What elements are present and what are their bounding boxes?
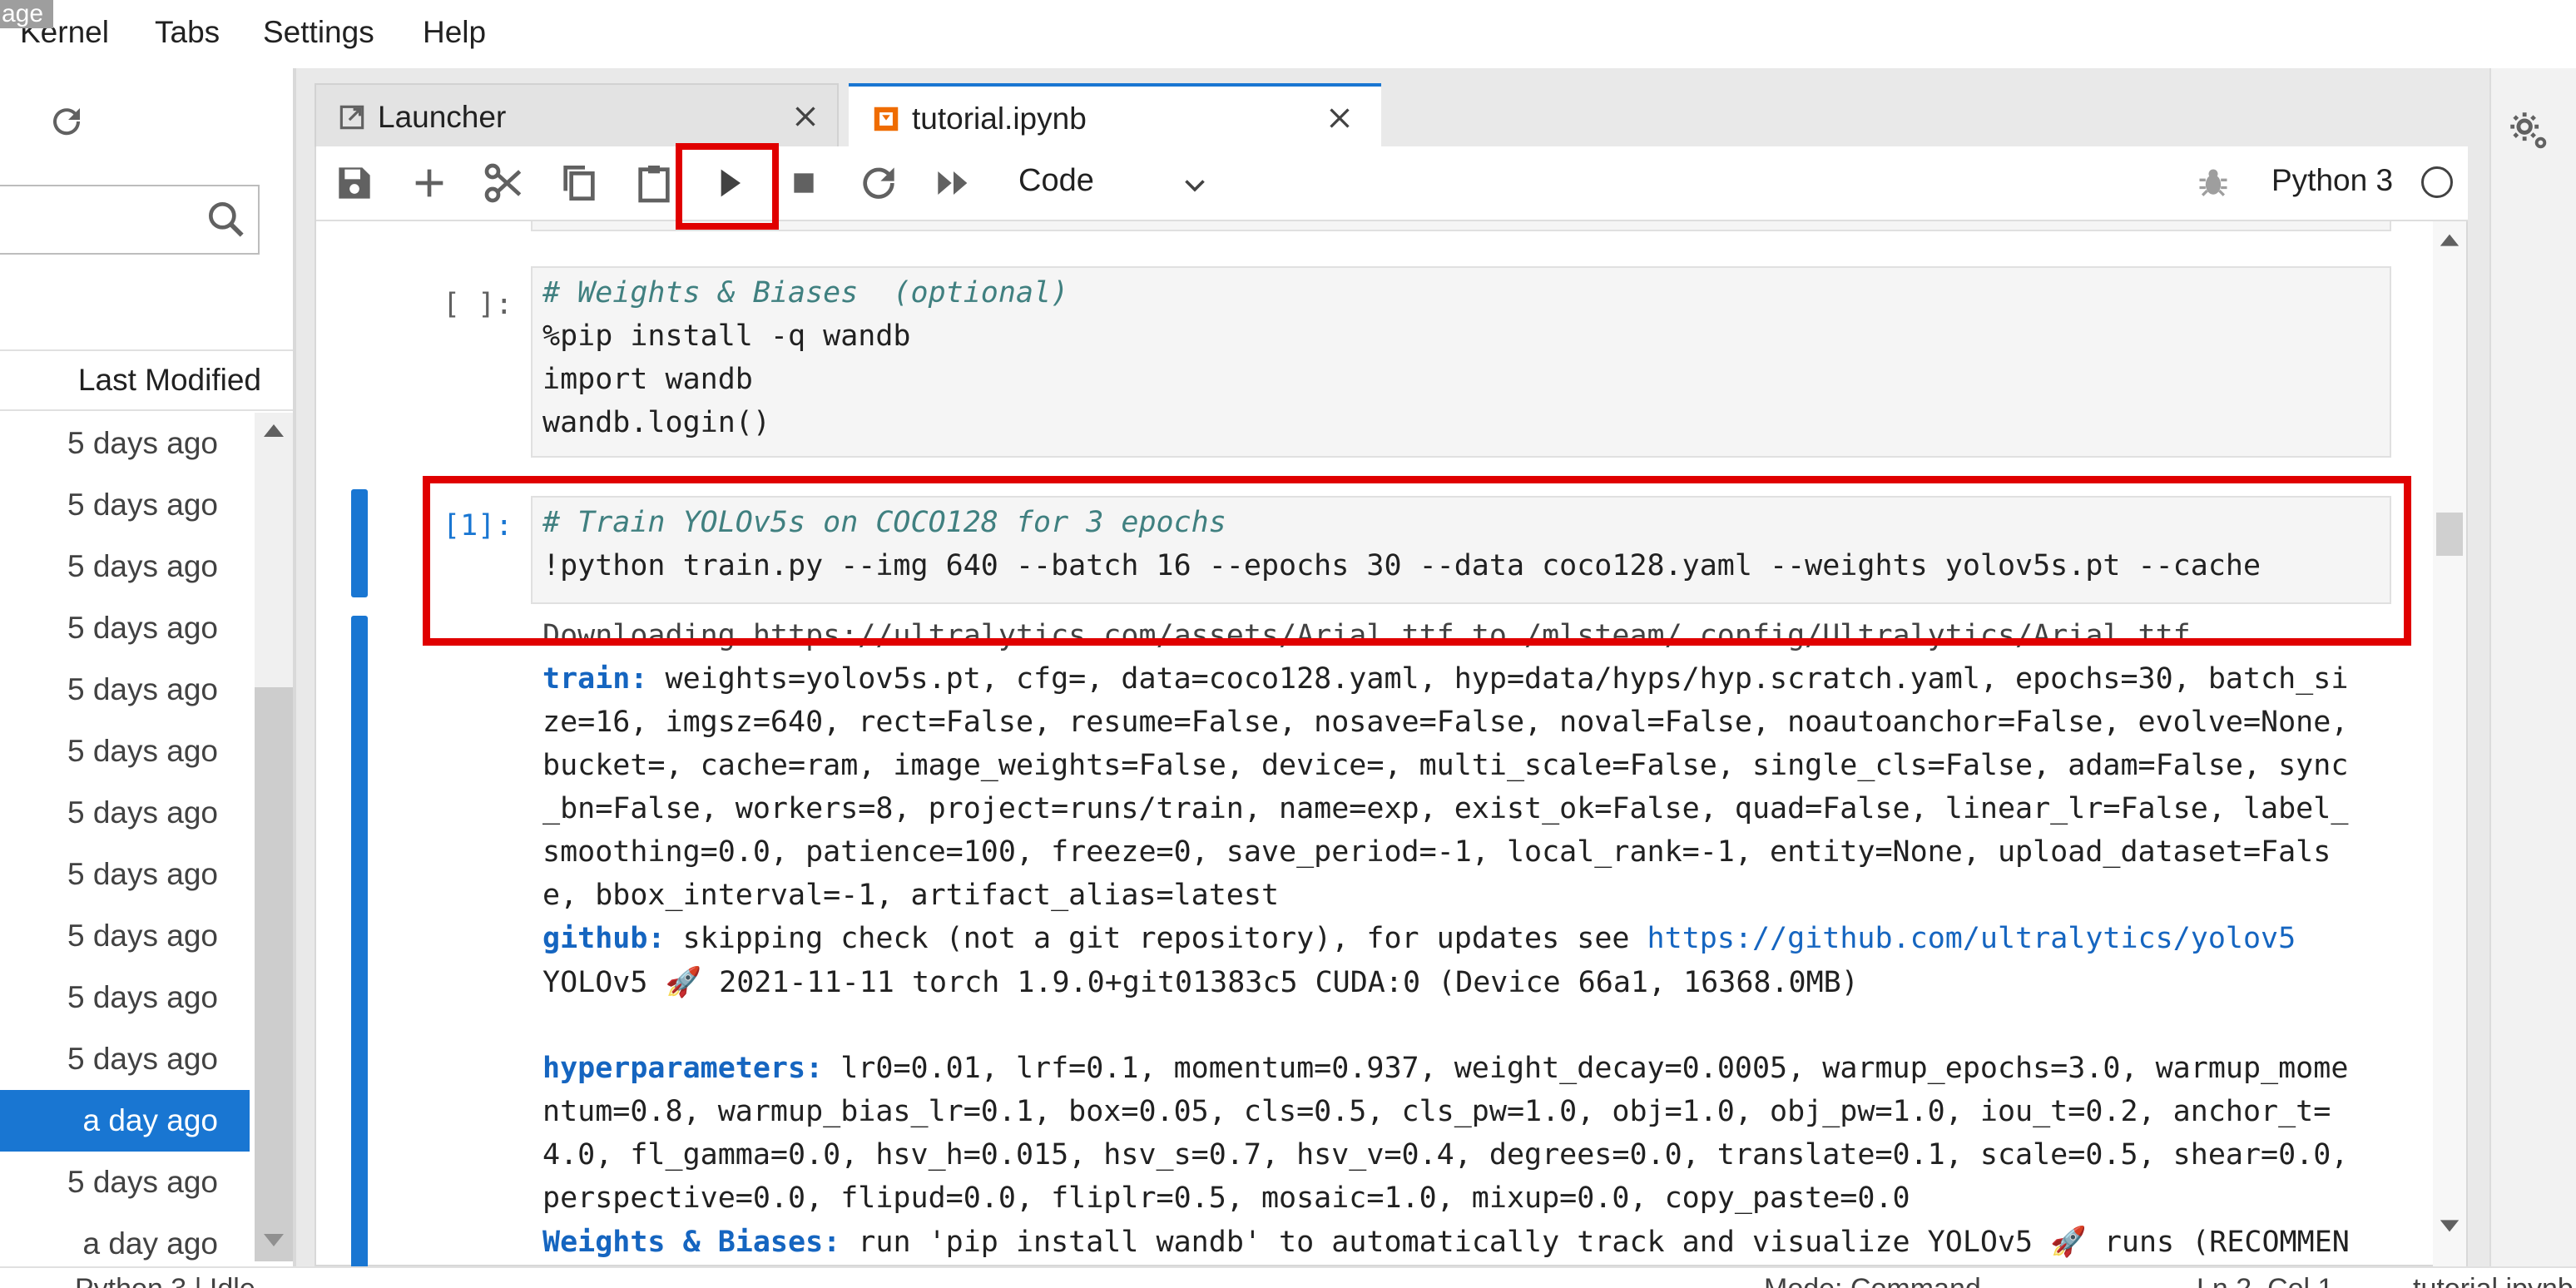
scroll-up-icon[interactable] (261, 419, 286, 444)
file-row[interactable]: 5 days ago (0, 1152, 250, 1213)
output-line: train: weights=yolov5s.pt, cfg=, data=co… (542, 662, 2348, 696)
chevron-down-icon[interactable] (1180, 170, 1210, 200)
file-row[interactable]: a day ago (0, 1213, 250, 1275)
output-line: bucket=, cache=ram, image_weights=False,… (542, 749, 2349, 782)
wandb-cell-editor[interactable]: # Weights & Biases (optional) %pip insta… (531, 266, 2391, 458)
file-row[interactable]: 5 days ago (0, 659, 250, 721)
input-collapser[interactable] (351, 489, 368, 597)
kernel-status-indicator (2421, 166, 2453, 198)
run-button-highlight (676, 143, 779, 230)
code-line: wandb.login() (542, 406, 770, 439)
output-key: train: (542, 662, 648, 696)
close-tab-icon[interactable] (790, 102, 820, 131)
tab-launcher-label: Launcher (378, 100, 507, 134)
bug-icon[interactable] (2195, 165, 2232, 201)
menu-help[interactable]: Help (423, 15, 486, 50)
github-link[interactable]: https://github.com/ultralytics/yolov5 (1647, 922, 2296, 955)
output-text: lr0=0.01, lrf=0.1, momentum=0.937, weigh… (823, 1052, 2349, 1085)
code-line: # Weights & Biases (optional) (542, 276, 1068, 310)
file-row[interactable]: 5 days ago (0, 782, 250, 844)
restart-kernel-icon[interactable] (855, 160, 902, 206)
last-modified-label: Last Modified (77, 363, 261, 397)
cursor-position-text[interactable]: Ln 2, Col 1 (2197, 1273, 2333, 1288)
restart-run-all-icon[interactable] (930, 160, 977, 206)
code-line: %pip install -q wandb (542, 320, 911, 353)
file-row[interactable]: 5 days ago (0, 597, 250, 659)
tab-tutorial-notebook[interactable]: tutorial.ipynb (849, 83, 1381, 146)
output-line: smoothing=0.0, patience=100, freeze=0, s… (542, 835, 2331, 869)
file-row[interactable]: 5 days ago (0, 413, 250, 474)
launcher-icon (339, 105, 364, 130)
corner-badge: age (0, 0, 53, 28)
output-key: hyperparameters: (542, 1052, 824, 1085)
file-list-scroll-thumb[interactable] (255, 687, 293, 1261)
menu-bar: Kernel Tabs Settings Help (0, 0, 2576, 68)
scroll-down-icon[interactable] (2438, 1213, 2461, 1236)
copy-icon[interactable] (556, 160, 602, 206)
output-collapser[interactable] (351, 616, 368, 1266)
file-row[interactable]: 5 days ago (0, 536, 250, 597)
file-row[interactable]: 5 days ago (0, 721, 250, 782)
output-text: weights=yolov5s.pt, cfg=, data=coco128.y… (647, 662, 2349, 696)
code-line: import wandb (542, 363, 753, 396)
property-inspector-gear-icon[interactable] (2504, 107, 2553, 155)
cell-prompt: [ ]: (443, 288, 513, 321)
add-cell-icon[interactable] (406, 160, 453, 206)
output-line: github: skipping check (not a git reposi… (542, 922, 2296, 955)
status-bar: Python 3 | Idle Mode: Command Ln 2, Col … (0, 1266, 2576, 1288)
notebook-cells: [ ]: # Weights & Biases (optional) %pip … (316, 221, 2421, 1266)
mode-text: Mode: Command (1764, 1273, 1981, 1288)
output-text: run 'pip install wandb' to automatically… (840, 1226, 2350, 1259)
tab-notebook-label: tutorial.ipynb (912, 102, 1087, 136)
output-line: _bn=False, workers=8, project=runs/train… (542, 792, 2349, 825)
output-key: Weights & Biases: (542, 1226, 841, 1259)
previous-cell-editor[interactable] (531, 221, 2391, 231)
file-name-text: tutorial.ipynb (2413, 1273, 2574, 1288)
file-row[interactable]: 5 days ago (0, 967, 250, 1028)
output-line: ze=16, imgsz=640, rect=False, resume=Fal… (542, 706, 2349, 739)
menu-settings[interactable]: Settings (263, 15, 374, 50)
kernel-name[interactable]: Python 3 (2271, 163, 2393, 198)
code-comment: # Weights & Biases (optional) (542, 276, 1069, 310)
stop-kernel-icon[interactable] (780, 160, 827, 206)
notebook-scroll-thumb[interactable] (2436, 513, 2463, 556)
cut-icon[interactable] (481, 160, 528, 206)
train-cell-highlight (423, 476, 2411, 646)
close-tab-icon[interactable] (1325, 103, 1355, 133)
output-text: skipping check (not a git repository), f… (665, 922, 1647, 955)
output-line: e, bbox_interval=-1, artifact_alias=late… (542, 879, 1280, 912)
menu-tabs[interactable]: Tabs (155, 15, 220, 50)
notebook-scrollbar[interactable] (2433, 221, 2466, 1266)
file-row-selected[interactable]: a day ago (0, 1090, 250, 1152)
cell-type-select[interactable]: Code (1018, 163, 1094, 199)
paste-icon[interactable] (631, 160, 677, 206)
last-modified-column-header[interactable]: Last Modified (0, 349, 293, 411)
refresh-icon[interactable] (47, 102, 87, 141)
notebook-icon (874, 107, 899, 131)
save-icon[interactable] (331, 160, 378, 206)
scroll-up-icon[interactable] (2438, 230, 2461, 253)
file-row[interactable]: 5 days ago (0, 1028, 250, 1090)
output-line: ntum=0.8, warmup_bias_lr=0.1, box=0.05, … (542, 1095, 2331, 1128)
file-row[interactable]: 5 days ago (0, 844, 250, 905)
kernel-status-text[interactable]: Python 3 | Idle (75, 1273, 255, 1288)
output-line: hyperparameters: lr0=0.01, lrf=0.1, mome… (542, 1052, 2348, 1085)
file-row[interactable]: 5 days ago (0, 905, 250, 967)
tab-launcher[interactable]: Launcher (315, 83, 839, 146)
right-sidebar (2489, 68, 2576, 1266)
scroll-down-icon[interactable] (261, 1226, 286, 1251)
output-line: YOLOv5 🚀 2021-11-11 torch 1.9.0+git01383… (542, 966, 1859, 999)
output-line: 4.0, fl_gamma=0.0, hsv_h=0.015, hsv_s=0.… (542, 1138, 2349, 1172)
search-icon (208, 201, 244, 237)
output-line: perspective=0.0, flipud=0.0, fliplr=0.5,… (542, 1181, 1910, 1215)
file-row[interactable]: 5 days ago (0, 474, 250, 536)
output-key: github: (542, 922, 666, 955)
output-line: Weights & Biases: run 'pip install wandb… (542, 1225, 2350, 1259)
